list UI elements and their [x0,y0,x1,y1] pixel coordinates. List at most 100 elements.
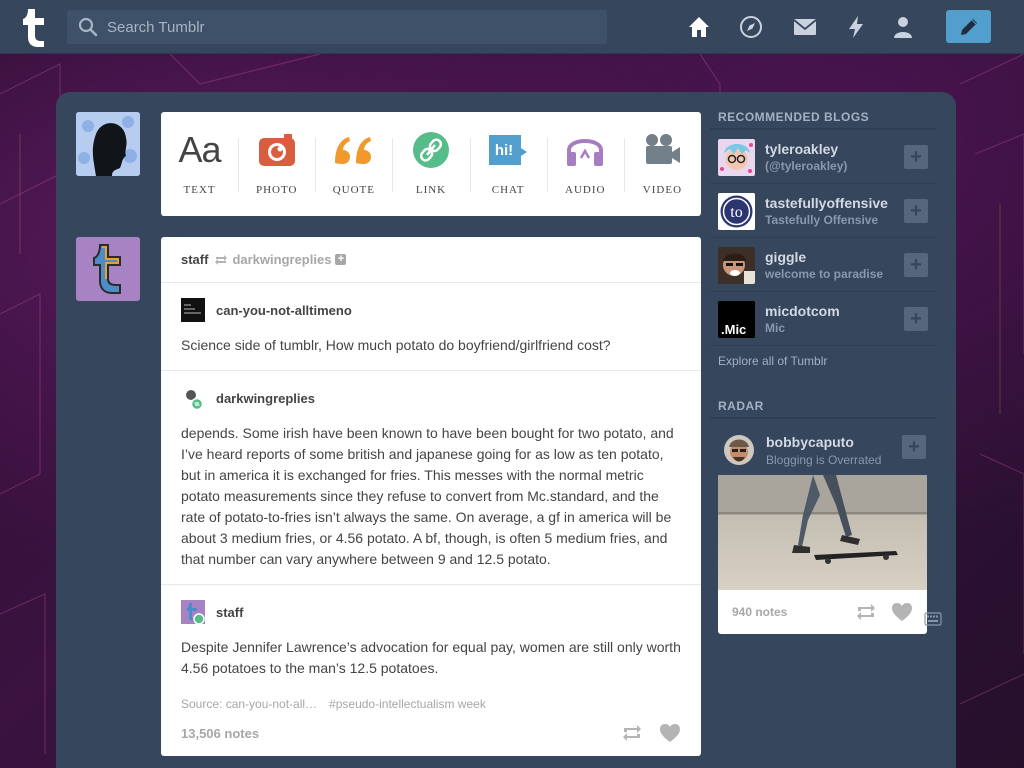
home-icon[interactable] [686,14,712,40]
search-icon [78,17,98,37]
reblog-username[interactable]: can-you-not-alltimeno [216,303,352,318]
post-type-label: PHOTO [255,184,298,196]
explore-all-link[interactable]: Explore all of Tumblr [718,354,827,368]
user-mini-avatar[interactable] [181,298,205,322]
reblogged-from-link[interactable]: darkwingreplies [232,252,331,267]
radar-blog-header: bobbycaputo Blogging is Overrated [718,428,928,472]
reblog-text: depends. Some irish have been known to h… [181,425,674,567]
user-avatar[interactable] [76,112,140,176]
recommended-blog-item[interactable]: giggle welcome to paradise + [710,239,936,292]
follow-blog-button[interactable]: + [904,199,928,223]
post-type-photo[interactable]: PHOTO [238,112,315,216]
post-type-label: AUDIO [565,184,606,196]
post-type-chat[interactable]: hi! CHAT [469,112,547,216]
post-type-audio[interactable]: AUDIO [546,112,624,216]
explore-icon[interactable] [738,14,764,40]
blog-avatar[interactable]: .Mic [718,300,755,338]
staff-logo-icon [76,237,140,301]
post-type-text[interactable]: Aa TEXT [161,112,238,216]
recommended-blog-item[interactable]: .Mic micdotcom Mic + [710,293,936,346]
radar-blog-avatar[interactable] [724,435,754,465]
skateboard-photo[interactable] [718,475,927,590]
post-author-avatar[interactable] [76,237,140,301]
tumblr-logo-icon[interactable] [14,6,54,48]
user-mini-avatar[interactable] [181,386,205,411]
sidebar-divider [710,417,936,419]
sidebar-divider [710,128,936,130]
radar-post-card[interactable]: 940 notes [718,475,927,634]
compose-button[interactable] [946,10,991,43]
blog-subtitle: welcome to paradise [765,267,884,281]
post-type-composer: Aa TEXT PHOTO QUOTE LINK hi! CHAT AUDIO … [161,112,701,216]
blog-avatar[interactable]: to [718,192,755,230]
post-type-label: LINK [415,184,447,196]
reblog-button-icon[interactable] [621,723,643,743]
blog-name[interactable]: giggle [765,249,895,265]
post-tag[interactable]: #pseudo-intellectualism week [329,697,486,711]
reblog-username[interactable]: staff [216,605,243,620]
link-icon [412,132,449,168]
activity-icon[interactable] [843,14,869,40]
quote-icon [334,137,371,164]
recommended-blog-item[interactable]: tyleroakley (@tyleroakley) + [710,131,936,184]
radar-title: RADAR [718,399,764,413]
post-type-video[interactable]: VIDEO [623,112,701,216]
follow-blog-button[interactable]: + [904,307,928,331]
post-author-link[interactable]: staff [181,252,208,267]
reblog-button-icon[interactable] [855,602,877,622]
blog-name[interactable]: tastefullyoffensive [765,195,895,211]
blog-subtitle: Mic [765,321,786,335]
post-header: staff darkwingreplies + [161,237,701,283]
blog-subtitle: Tastefully Offensive [765,213,879,227]
follow-blog-button[interactable]: + [904,145,928,169]
recommended-blogs-title: RECOMMENDED BLOGS [718,110,870,124]
reblog-username[interactable]: darkwingreplies [216,391,315,406]
follow-radar-blog-button[interactable]: + [902,435,926,459]
account-icon[interactable] [890,14,916,40]
inbox-icon[interactable] [792,14,818,40]
silhouette-avatar-icon [76,112,140,176]
dashboard-post: staff darkwingreplies + can-you-not-allt… [161,237,701,756]
post-source-link[interactable]: Source: can-you-not-all… [181,697,317,711]
blog-subtitle: (@tyleroakley) [765,159,848,173]
follow-plus-icon[interactable]: + [335,254,347,265]
reblog-icon [215,254,228,265]
post-notes-count[interactable]: 13,506 notes [181,726,605,741]
radar-blog-subtitle: Blogging is Overrated [766,452,882,467]
bobbycaputo-avatar-icon [724,435,754,465]
like-heart-icon[interactable] [891,602,913,622]
top-navigation-bar [0,0,1024,54]
post-footer: 13,506 notes [161,710,701,756]
keyboard-shortcuts-icon[interactable] [924,612,942,626]
mic-logo-icon: .Mic [718,300,755,338]
pencil-icon [960,18,977,35]
post-type-link[interactable]: LINK [392,112,469,216]
post-type-label: TEXT [183,184,216,196]
radar-blog-name[interactable]: bobbycaputo [766,434,881,450]
chat-icon: hi! [489,135,528,165]
blog-name[interactable]: tyleroakley [765,141,895,157]
duck-avatar-icon [181,386,205,411]
blog-avatar[interactable] [718,246,755,284]
headphones-icon [567,139,604,166]
blog-name[interactable]: micdotcom [765,303,895,319]
camera-icon [258,134,295,166]
post-type-quote[interactable]: QUOTE [315,112,392,216]
reblog-entry: darkwingreplies depends. Some irish have… [161,371,701,585]
tastefullyoffensive-avatar-icon: to [718,192,755,230]
text-icon: Aa [178,129,222,170]
post-tags: Source: can-you-not-all… #pseudo-intelle… [161,697,701,711]
like-heart-icon[interactable] [659,723,681,743]
search-bar[interactable] [67,10,607,44]
svg-text:to: to [730,204,742,221]
recommended-blog-item[interactable]: to tastefullyoffensive Tastefully Offens… [710,185,936,238]
svg-text:hi!: hi! [495,142,513,159]
post-type-label: QUOTE [332,184,375,196]
video-camera-icon [646,134,681,164]
follow-blog-button[interactable]: + [904,253,928,277]
user-mini-avatar[interactable] [181,600,205,625]
search-input[interactable] [99,18,607,36]
blog-avatar[interactable] [718,138,755,176]
radar-notes-count[interactable]: 940 notes [732,605,855,619]
staff-logo-icon [181,600,205,625]
